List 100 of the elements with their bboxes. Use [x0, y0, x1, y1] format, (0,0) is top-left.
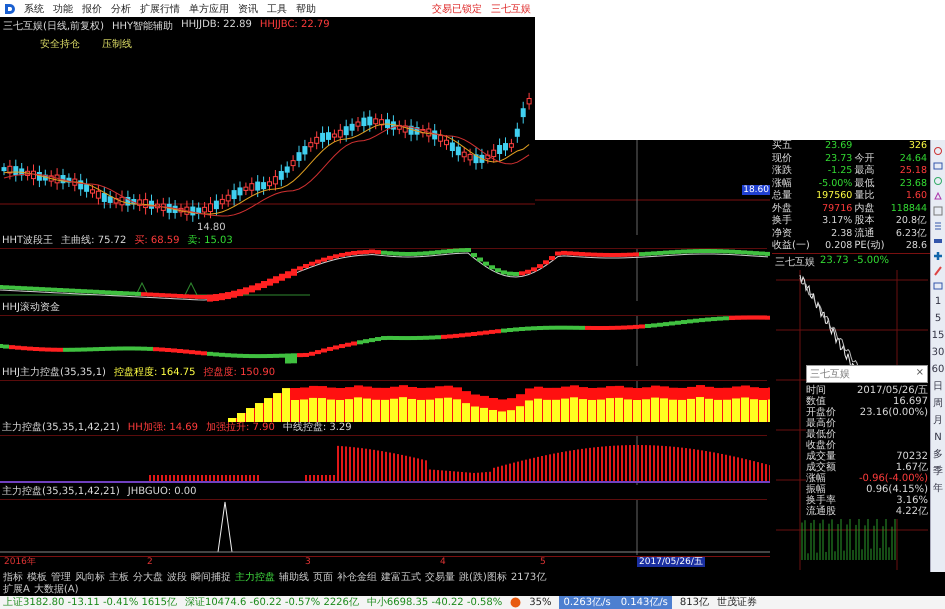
- indicator-tab[interactable]: 指标: [3, 572, 23, 584]
- period-button[interactable]: 季: [933, 466, 943, 478]
- quote-value: -5.00%: [818, 178, 852, 190]
- quote-label: 量比: [854, 190, 876, 202]
- menu-item[interactable]: 帮助: [296, 2, 316, 16]
- extension-tab[interactable]: 大数据(A): [34, 584, 78, 596]
- indicator-value: 加强拉升: 7.90: [206, 422, 275, 434]
- quote-value: 25.18: [898, 165, 927, 178]
- period-button[interactable]: 多: [933, 449, 943, 461]
- quote-value: 3.17%: [821, 215, 852, 228]
- legend-label: 压制线: [102, 38, 132, 51]
- quote-label: 收益(一): [772, 240, 811, 252]
- axis-label: 2016年: [4, 557, 36, 567]
- info-label: 换手率: [806, 495, 837, 506]
- period-button[interactable]: 15: [932, 330, 944, 342]
- battery-level: 35%: [529, 596, 552, 609]
- axis-label: 5: [540, 557, 546, 567]
- bar-icon[interactable]: [933, 236, 943, 246]
- period-button[interactable]: N: [934, 432, 942, 444]
- extension-tab[interactable]: 扩展A: [3, 584, 30, 596]
- indicator-name: 主力控盘(35,35,1,42,21): [2, 486, 120, 498]
- info-label: 涨幅: [806, 473, 827, 484]
- indicator-tab[interactable]: 风向标: [75, 572, 105, 584]
- indicator-tab[interactable]: 管理: [51, 572, 71, 584]
- quote-label: 涨幅: [772, 178, 793, 190]
- input-method-icon[interactable]: [510, 597, 522, 608]
- info-value: 1.67亿: [894, 462, 928, 473]
- indicator-tab[interactable]: 模板: [27, 572, 47, 584]
- menu-item[interactable]: 三七互娱: [491, 2, 531, 16]
- menu-item[interactable]: 资讯: [238, 2, 258, 16]
- indicator-tab[interactable]: 页面: [313, 572, 333, 584]
- chart-title: 三七互娱(日线,前复权): [3, 20, 104, 33]
- indicator-name: 主力控盘(35,35,1,42,21): [2, 422, 120, 434]
- menu-item[interactable]: 扩展行情: [140, 2, 180, 16]
- list-icon[interactable]: [933, 221, 943, 231]
- stock-price: 23.73: [820, 254, 849, 268]
- quote-value: 23.68: [898, 178, 927, 190]
- indicator-name: HHJ主力控盘(35,35,1): [2, 367, 106, 379]
- indicator-tab[interactable]: 分大盘: [133, 572, 163, 584]
- period-button[interactable]: 1: [934, 296, 942, 308]
- stock-change: -5.00%: [854, 254, 890, 268]
- info-value: 4.22亿: [894, 506, 928, 517]
- circle-icon[interactable]: [933, 176, 943, 186]
- window-icon[interactable]: [933, 161, 943, 171]
- period-button[interactable]: 日: [933, 381, 943, 393]
- info-label: 最低价: [806, 429, 837, 440]
- quote-value: 197560: [815, 190, 852, 202]
- quote-value: 23.69: [824, 140, 852, 152]
- triangle-icon[interactable]: [933, 191, 943, 201]
- square-icon[interactable]: [933, 206, 943, 216]
- period-button[interactable]: 年: [933, 483, 943, 495]
- index-quote: 上证3182.80 -13.11 -0.41% 1615亿: [3, 596, 177, 609]
- period-button[interactable]: 周: [933, 398, 943, 410]
- menu-item[interactable]: 功能: [53, 2, 73, 16]
- info-label: 成交额: [806, 462, 837, 473]
- quote-label: PE(动): [854, 240, 886, 252]
- total-amount: 813亿: [680, 596, 709, 609]
- indicator-value: 卖: 15.03: [188, 235, 233, 247]
- indicator-tab[interactable]: 跳(跌)图标: [459, 572, 507, 584]
- info-label: 数值: [806, 396, 827, 407]
- quote-value: 0.208: [824, 240, 852, 252]
- indicator-value: 买: 68.59: [134, 235, 180, 247]
- indicator-tab[interactable]: 波段: [167, 572, 187, 584]
- menu-item[interactable]: 单方应用: [189, 2, 229, 16]
- plus-icon[interactable]: [933, 251, 943, 261]
- pen-icon[interactable]: [933, 266, 943, 276]
- menu-item[interactable]: 系统: [24, 2, 44, 16]
- index-quote: 深证10474.6 -60.22 -0.57% 2226亿: [184, 596, 359, 609]
- speed-value: 0.143亿/s: [620, 596, 668, 609]
- quote-value: 118844: [890, 202, 927, 215]
- indicator-name: HHJ滚动资金: [2, 302, 60, 314]
- indicator-tab[interactable]: 辅助线: [279, 572, 309, 584]
- close-button[interactable]: ×: [916, 367, 924, 381]
- menu-item[interactable]: 报价: [82, 2, 102, 16]
- period-button[interactable]: 5: [934, 313, 942, 325]
- info-value: 2017/05/26/五: [856, 385, 928, 396]
- quote-value: 326: [908, 140, 927, 152]
- indicator-tab[interactable]: 2173亿: [510, 572, 546, 584]
- period-button[interactable]: 30: [932, 347, 944, 359]
- indicator-name: HHT波段王: [2, 235, 54, 247]
- period-button[interactable]: 60: [932, 364, 944, 376]
- quote-label: 买五: [772, 140, 793, 152]
- menu-item[interactable]: 分析: [111, 2, 131, 16]
- menu-item[interactable]: 交易已锁定: [432, 2, 482, 16]
- info-value: 3.16%: [895, 495, 928, 506]
- legend-label: 安全持仓: [40, 38, 80, 51]
- quote-label: 流通: [854, 228, 876, 240]
- info-label: 收盘价: [806, 440, 837, 451]
- quote-value: 20.8亿: [894, 215, 927, 228]
- circle-icon[interactable]: [933, 146, 943, 156]
- indicator-value: JHBGUO: 0.00: [128, 486, 197, 498]
- period-button[interactable]: 月: [933, 415, 943, 427]
- indicator-value: 中线控盘: 3.29: [282, 422, 352, 434]
- stock-name: 三七互娱: [775, 256, 815, 268]
- quote-value: 6.23亿: [894, 228, 927, 240]
- info-value: 0.96(4.15%): [865, 484, 928, 495]
- window-icon[interactable]: [933, 281, 943, 291]
- info-label: 流通股: [806, 506, 837, 517]
- quote-value: 24.64: [898, 152, 927, 165]
- menu-item[interactable]: 工具: [267, 2, 287, 16]
